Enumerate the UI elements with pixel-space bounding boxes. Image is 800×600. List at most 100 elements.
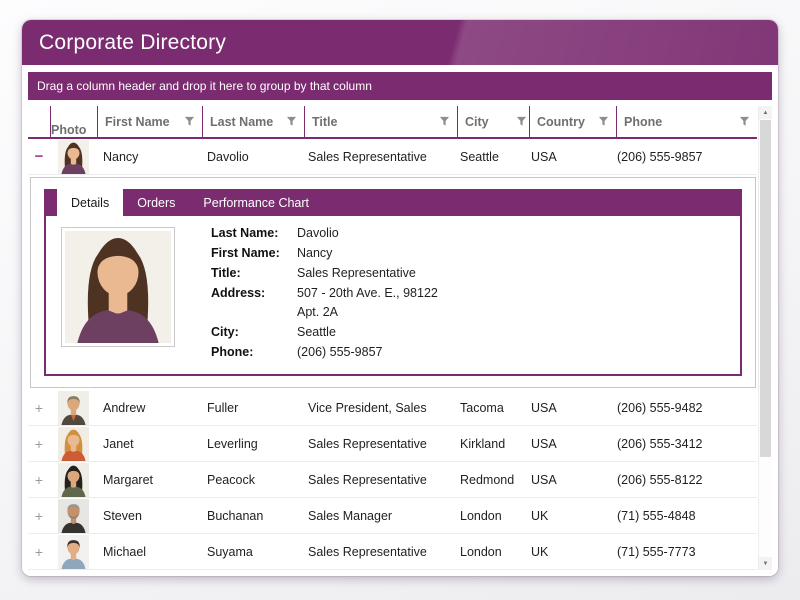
field-label: City: <box>211 323 289 342</box>
field-value: 507 - 20th Ave. E., 98122 Apt. 2A <box>297 284 438 322</box>
column-label: First Name <box>105 115 180 129</box>
cell-title: Sales Manager <box>301 509 453 523</box>
cell-first-name: Michael <box>96 545 200 559</box>
column-label: City <box>465 115 512 129</box>
cell-country: USA <box>524 473 610 487</box>
cell-phone: (71) 555-7773 <box>610 545 757 559</box>
grid-rows: −NancyDavolioSales RepresentativeSeattle… <box>28 139 757 570</box>
filter-icon[interactable] <box>739 116 750 127</box>
cell-country: UK <box>524 545 610 559</box>
grid-main: Photo First Name Last Name Title City Country… <box>28 106 757 570</box>
field-label: Address: <box>211 284 289 322</box>
employee-photo <box>58 463 89 497</box>
cell-first-name: Andrew <box>96 401 200 415</box>
collapse-row-button[interactable]: − <box>35 149 44 164</box>
cell-title: Sales Representative <box>301 473 453 487</box>
photo-cell <box>50 139 96 174</box>
filter-icon[interactable] <box>184 116 195 127</box>
filter-icon[interactable] <box>439 116 450 127</box>
filter-icon[interactable] <box>516 116 527 127</box>
photo-cell <box>50 390 96 425</box>
column-label: Last Name <box>210 115 282 129</box>
cell-city: Tacoma <box>453 401 524 415</box>
titlebar: Corporate Directory <box>22 20 778 65</box>
cell-last-name: Davolio <box>200 150 301 164</box>
scrollbar-track[interactable] <box>759 119 772 557</box>
table-row[interactable]: +StevenBuchananSales ManagerLondonUK(71)… <box>28 498 757 534</box>
table-row[interactable]: + AndrewFullerVice President, SalesTacoma… <box>28 390 757 426</box>
tab-orders[interactable]: Orders <box>123 189 189 216</box>
field-value: (206) 555-9857 <box>297 343 438 362</box>
employee-photo <box>58 427 89 461</box>
column-header-title[interactable]: Title <box>304 106 457 137</box>
photo-cell <box>50 426 96 461</box>
window-body: Drag a column header and drop it here to… <box>22 65 778 576</box>
employee-photo <box>58 391 89 425</box>
column-label: Country <box>537 115 594 129</box>
scroll-up-button[interactable]: ▲ <box>759 106 772 119</box>
cell-city: Kirkland <box>453 437 524 451</box>
column-header-photo[interactable]: Photo <box>50 106 97 137</box>
cell-first-name: Nancy <box>96 150 200 164</box>
cell-country: USA <box>524 401 610 415</box>
cell-phone: (206) 555-9482 <box>610 401 757 415</box>
row-detail-panel: DetailsOrdersPerformance ChartLast Name:… <box>30 177 756 388</box>
expand-cell: − <box>28 149 50 164</box>
expand-row-button[interactable]: + <box>35 401 43 415</box>
employee-photo <box>58 499 89 533</box>
cell-last-name: Fuller <box>200 401 301 415</box>
photo-cell <box>50 534 96 569</box>
cell-title: Sales Representative <box>301 150 453 164</box>
column-header-expand <box>28 106 50 137</box>
cell-country: USA <box>524 150 610 164</box>
expand-cell: + <box>28 509 50 523</box>
cell-city: London <box>453 509 524 523</box>
field-value: Nancy <box>297 244 438 263</box>
expand-row-button[interactable]: + <box>35 437 43 451</box>
filter-icon[interactable] <box>598 116 609 127</box>
table-row[interactable]: +MargaretPeacockSales RepresentativeRedm… <box>28 462 757 498</box>
table-row[interactable]: +JanetLeverlingSales RepresentativeKirkl… <box>28 426 757 462</box>
employee-grid: Photo First Name Last Name Title City Country… <box>28 106 772 570</box>
cell-city: Seattle <box>453 150 524 164</box>
column-header-country[interactable]: Country <box>529 106 616 137</box>
expand-row-button[interactable]: + <box>35 509 43 523</box>
scroll-down-button[interactable]: ▼ <box>759 557 772 570</box>
field-label: Title: <box>211 264 289 283</box>
column-label: Photo <box>51 123 97 137</box>
filter-icon[interactable] <box>286 116 297 127</box>
cell-phone: (71) 555-4848 <box>610 509 757 523</box>
column-header-city[interactable]: City <box>457 106 529 137</box>
field-label: First Name: <box>211 244 289 263</box>
window-title: Corporate Directory <box>39 31 226 55</box>
cell-first-name: Janet <box>96 437 200 451</box>
photo-cell <box>50 462 96 497</box>
tab-performance-chart[interactable]: Performance Chart <box>189 189 323 216</box>
cell-title: Vice President, Sales <box>301 401 453 415</box>
cell-phone: (206) 555-3412 <box>610 437 757 451</box>
grid-header: Photo First Name Last Name Title City Country… <box>28 106 757 139</box>
cell-last-name: Suyama <box>200 545 301 559</box>
photo-cell <box>50 498 96 533</box>
scrollbar-thumb[interactable] <box>760 120 771 457</box>
cell-first-name: Margaret <box>96 473 200 487</box>
cell-title: Sales Representative <box>301 545 453 559</box>
expand-row-button[interactable]: + <box>35 473 43 487</box>
cell-phone: (206) 555-8122 <box>610 473 757 487</box>
column-label: Phone <box>624 115 735 129</box>
column-header-phone[interactable]: Phone <box>616 106 757 137</box>
expand-row-button[interactable]: + <box>35 545 43 559</box>
field-label: Phone: <box>211 343 289 362</box>
group-by-drop-zone[interactable]: Drag a column header and drop it here to… <box>28 72 772 100</box>
table-row[interactable]: − NancyDavolioSales RepresentativeSeattle… <box>28 139 757 175</box>
vertical-scrollbar[interactable]: ▲ ▼ <box>758 106 772 570</box>
expand-cell: + <box>28 473 50 487</box>
table-row[interactable]: +MichaelSuyamaSales RepresentativeLondon… <box>28 534 757 570</box>
column-header-first_name[interactable]: First Name <box>97 106 202 137</box>
expand-cell: + <box>28 437 50 451</box>
column-header-last_name[interactable]: Last Name <box>202 106 304 137</box>
tab-details[interactable]: Details <box>57 189 123 216</box>
expand-cell: + <box>28 401 50 415</box>
cell-last-name: Peacock <box>200 473 301 487</box>
field-value: Sales Representative <box>297 264 438 283</box>
